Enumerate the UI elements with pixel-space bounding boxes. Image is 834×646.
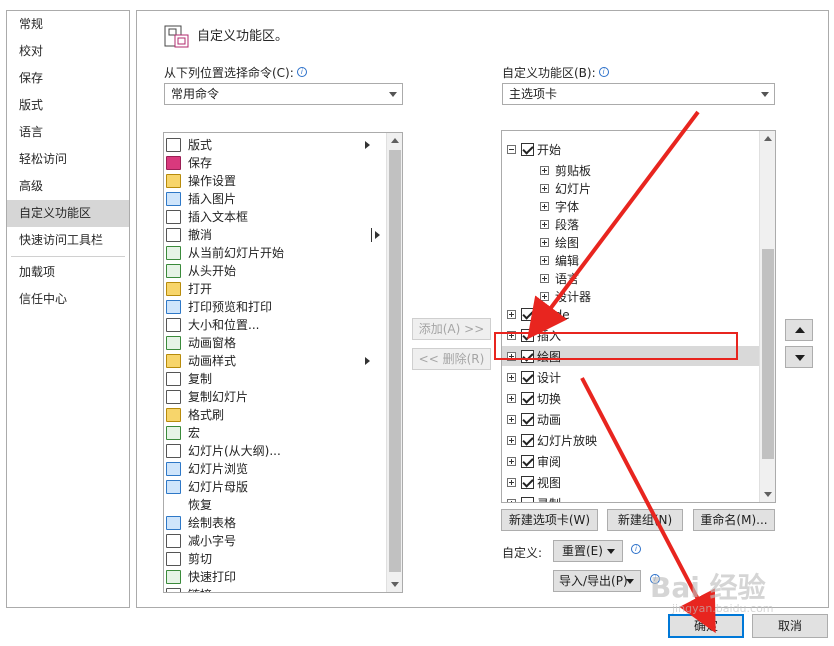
annotation-arrows — [527, 110, 716, 634]
watermark-url: jingyan.baidu.com — [672, 602, 774, 615]
annotation-arrow-1 — [527, 110, 700, 340]
watermark-logo: Bai 经验 — [650, 571, 766, 604]
